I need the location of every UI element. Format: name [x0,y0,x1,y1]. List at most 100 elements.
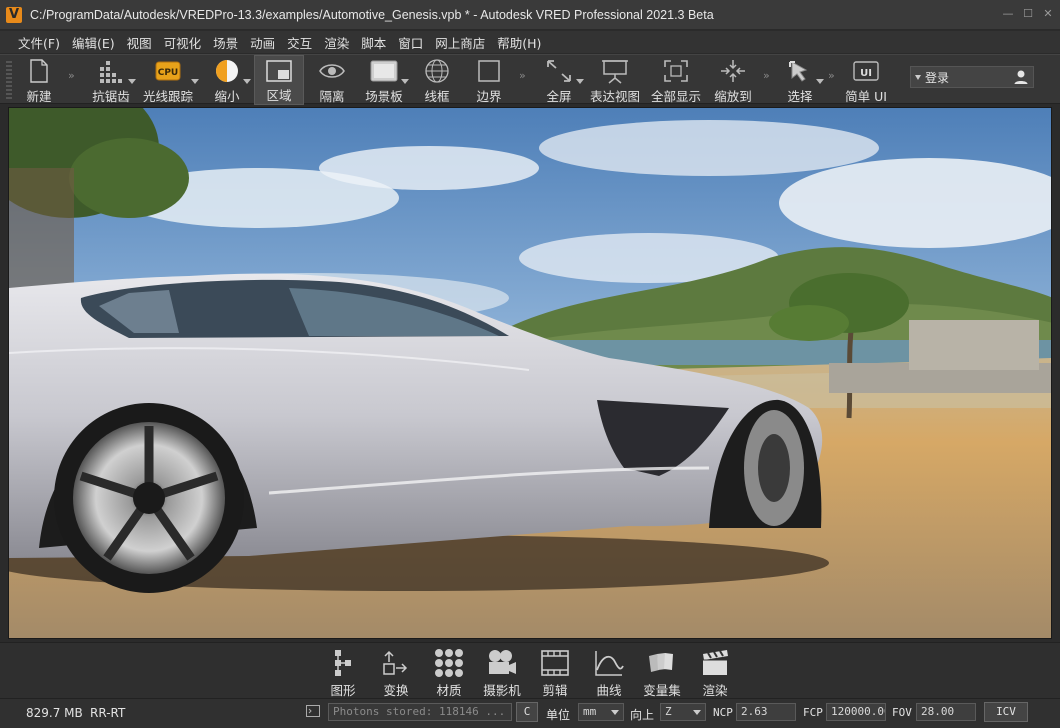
ncp-input[interactable]: 2.63 [736,703,796,721]
svg-text:CPU: CPU [158,68,179,78]
module-clips-label: 剪辑 [542,683,568,698]
zoom-to-icon [719,57,747,84]
transform-icon [381,647,411,678]
fullscreen-arrows-icon [545,57,573,84]
login-label: 登录 [925,70,950,85]
menu-interaction[interactable]: 交互 [281,33,318,52]
region-label: 区域 [266,88,292,103]
ncp-label: NCP [713,706,733,719]
wireframe-globe-icon [424,57,450,84]
menu-window[interactable]: 窗口 [392,33,429,52]
rendered-scene-image[interactable] [9,108,1052,639]
shrink-dropdown-icon[interactable] [243,79,251,84]
new-label: 新建 [26,89,52,104]
module-curves-button[interactable]: 曲线 [584,647,634,699]
sceneplate-dropdown-icon[interactable] [401,79,409,84]
clips-icon [540,647,570,678]
window-title: C:/ProgramData/Autodesk/VREDPro-13.3/exa… [30,7,714,22]
terminal-icon[interactable] [306,705,320,717]
clear-console-button[interactable]: C [516,702,538,722]
simple-ui-button[interactable]: UI 简单 UI [840,55,892,105]
show-all-button[interactable]: 全部显示 [650,55,702,105]
close-button[interactable]: ✕ [1042,8,1054,20]
antialias-icon [97,57,125,84]
wireframe-button[interactable]: 线框 [416,55,458,105]
unit-caret-icon [611,710,619,715]
module-graph-button[interactable]: 图形 [318,647,368,699]
up-axis-select[interactable]: Z [660,703,706,721]
module-render-button[interactable]: 渲染 [690,647,740,699]
unit-select[interactable]: mm [578,703,624,721]
render-mode: RR-RT [90,706,126,720]
module-graph-label: 图形 [330,683,356,698]
materials-icon [434,647,464,678]
zoom-to-button[interactable]: 缩放到 [710,55,756,105]
render-clapperboard-icon [700,647,730,678]
toolbar-overflow-4-icon[interactable]: » [828,69,835,82]
up-axis-label: 向上 [630,708,655,722]
presentation-label: 表达视图 [589,89,640,104]
fov-label: FOV [892,706,912,719]
wireframe-label: 线框 [424,89,450,104]
border-label: 边界 [476,89,502,104]
region-button[interactable]: 区域 [254,55,304,105]
half-circle-icon [214,57,240,84]
module-transform-button[interactable]: 变换 [371,647,421,699]
module-clips-button[interactable]: 剪辑 [530,647,580,699]
toolbar-grip[interactable] [6,61,12,99]
cpu-chip-icon: CPU [153,57,183,84]
module-materials-button[interactable]: 材质 [424,647,474,699]
raytrace-dropdown-icon[interactable] [191,79,199,84]
antialias-dropdown-icon[interactable] [128,79,136,84]
presentation-button[interactable]: 表达视图 [588,55,642,105]
toolbar-overflow-3-icon[interactable]: » [763,69,770,82]
border-button[interactable]: 边界 [466,55,512,105]
show-all-icon [662,57,690,84]
menu-visualization[interactable]: 可视化 [158,33,208,52]
toolbar-overflow-2-icon[interactable]: » [519,69,526,82]
new-file-icon [29,57,49,84]
menu-script[interactable]: 脚本 [355,33,392,52]
maximize-button[interactable]: ☐ [1022,8,1034,20]
module-camera-label: 摄影机 [483,683,521,698]
login-dropdown[interactable]: 登录 [910,66,1034,88]
console-output-field[interactable]: Photons stored: 118146 ... [328,703,512,721]
module-materials-label: 材质 [436,683,462,698]
render-viewport[interactable] [8,107,1052,639]
select-label: 选择 [787,89,813,104]
module-variant-sets-label: 变量集 [643,683,681,698]
menu-bar: 文件(F) 编辑(E) 视图 可视化 场景 动画 交互 渲染 脚本 窗口 网上商… [0,31,1060,53]
menu-view[interactable]: 视图 [121,33,158,52]
new-button[interactable]: 新建 [20,55,58,105]
toolbar-overflow-icon[interactable]: » [68,69,75,82]
minimize-button[interactable]: — [1002,8,1014,20]
region-icon [266,58,292,83]
fcp-input[interactable]: 120000.00 [826,703,886,721]
isolate-button[interactable]: 隔离 [310,55,354,105]
login-caret-icon [915,74,921,80]
module-bar: 图形 变换 材质 摄影机 剪辑 曲线 变量集 渲染 [0,642,1060,698]
menu-animation[interactable]: 动画 [244,33,281,52]
menu-help[interactable]: 帮助(H) [491,33,547,52]
module-curves-label: 曲线 [596,683,622,698]
memory-usage: 829.7 MB [26,706,83,720]
raytrace-label: 光线跟踪 [142,89,193,104]
title-bar: V C:/ProgramData/Autodesk/VREDPro-13.3/e… [0,0,1060,30]
raytrace-button[interactable]: CPU 光线跟踪 [140,55,196,105]
menu-edit[interactable]: 编辑(E) [66,33,121,52]
module-camera-button[interactable]: 摄影机 [477,647,527,699]
module-variant-sets-button[interactable]: 变量集 [637,647,687,699]
menu-render[interactable]: 渲染 [318,33,355,52]
fov-input[interactable]: 28.00 [916,703,976,721]
fullscreen-dropdown-icon[interactable] [576,79,584,84]
svg-text:UI: UI [860,68,872,79]
fullscreen-button[interactable]: 全屏 [538,55,580,105]
select-dropdown-icon[interactable] [816,79,824,84]
module-transform-label: 变换 [383,683,409,698]
menu-file[interactable]: 文件(F) [12,33,66,52]
menu-webshop[interactable]: 网上商店 [429,33,491,52]
module-render-label: 渲染 [702,683,728,698]
border-icon [477,57,501,84]
icv-button[interactable]: ICV [984,702,1028,722]
menu-scene[interactable]: 场景 [207,33,244,52]
